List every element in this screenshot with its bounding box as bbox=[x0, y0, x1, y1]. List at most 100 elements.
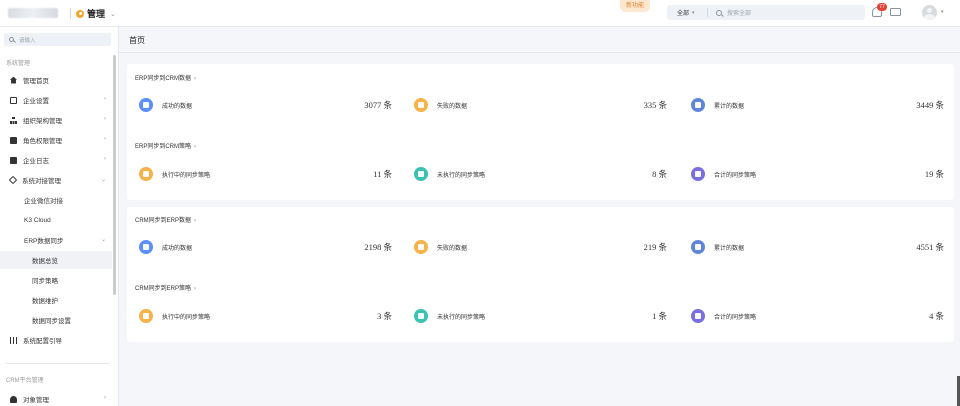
sidebar-item-label: 组织架构管理 bbox=[23, 118, 62, 125]
sidebar-search-input[interactable]: 请输入 bbox=[19, 36, 36, 44]
sidebar-item-company-log[interactable]: 企业日志 › bbox=[0, 151, 112, 169]
stat-failed-data[interactable]: 失败的数据 219 条 bbox=[414, 239, 667, 255]
stat-value: 335 条 bbox=[643, 100, 667, 110]
chevron-down-icon: ⌄ bbox=[100, 177, 106, 183]
stat-running-strategy[interactable]: 执行中的同步策略 3 条 bbox=[139, 308, 392, 324]
sidebar-item-label: 数据同步设置 bbox=[32, 318, 71, 325]
sidebar-item-data-overview[interactable]: 数据总览 bbox=[0, 251, 112, 269]
stat-label: 合计的同步策略 bbox=[714, 172, 757, 179]
section-title-link[interactable]: CRM同步到ERP策略 › bbox=[135, 283, 196, 292]
avatar[interactable] bbox=[922, 5, 937, 20]
stat-total-strategy[interactable]: 合计的同步策略 4 条 bbox=[691, 308, 944, 324]
stat-value: 19 条 bbox=[924, 169, 944, 179]
sidebar-item-role-permissions[interactable]: 角色权限管理 › bbox=[0, 131, 112, 149]
link-icon bbox=[8, 175, 18, 185]
crm-to-erp-panel: CRM同步到ERP数据 › 成功的数据 2198 条 失败的数据 219 条 累计… bbox=[127, 207, 954, 342]
sidebar-item-label: 系统配置引导 bbox=[23, 338, 62, 345]
sidebar-item-sync-strategy[interactable]: 同步策略 bbox=[0, 271, 112, 289]
layers-icon bbox=[691, 167, 705, 181]
section-title-link[interactable]: ERP同步到CRM策略 › bbox=[135, 141, 196, 150]
sidebar-item-object-management[interactable]: 对象管理 › bbox=[0, 390, 112, 406]
chevron-down-icon[interactable]: ▾ bbox=[941, 9, 944, 15]
stat-label: 执行中的同步策略 bbox=[162, 172, 211, 179]
app-title: 管理 bbox=[87, 9, 106, 19]
chevron-down-icon: ⌄ bbox=[110, 10, 116, 18]
sidebar-item-company-settings[interactable]: 企业设置 › bbox=[0, 91, 112, 109]
stat-failed-data[interactable]: 失败的数据 335 条 bbox=[414, 97, 667, 113]
user-icon bbox=[10, 395, 17, 403]
sidebar-item-sync-settings[interactable]: 数据同步设置 bbox=[0, 311, 112, 329]
org-chart-icon bbox=[10, 116, 17, 124]
chevron-right-icon: › bbox=[104, 136, 106, 142]
sidebar-item-label: 数据维护 bbox=[32, 298, 58, 305]
sidebar-item-config-guide[interactable]: 系统配置引导 bbox=[0, 331, 112, 349]
group-label-crm: CRM平台管理 bbox=[6, 378, 44, 384]
search-separator bbox=[707, 8, 708, 17]
stat-running-strategy[interactable]: 执行中的同步策略 11 条 bbox=[139, 166, 392, 182]
search-icon bbox=[9, 37, 14, 42]
data-icon bbox=[139, 240, 153, 254]
sidebar-search[interactable]: 请输入 bbox=[4, 33, 111, 46]
stat-label: 成功的数据 bbox=[162, 103, 193, 110]
header-divider bbox=[70, 8, 71, 19]
sidebar-item-k3-cloud[interactable]: K3 Cloud bbox=[0, 211, 112, 229]
chevron-right-icon: › bbox=[104, 116, 106, 122]
stat-total-strategy[interactable]: 合计的同步策略 19 条 bbox=[691, 166, 944, 182]
section-title: ERP同步到CRM策略 bbox=[135, 144, 192, 150]
stat-label: 失败的数据 bbox=[437, 245, 468, 252]
sidebar-scrollbar[interactable] bbox=[113, 55, 116, 295]
section-title-link[interactable]: CRM同步到ERP数据 › bbox=[135, 215, 196, 224]
sidebar-item-label: 对象管理 bbox=[23, 397, 49, 404]
new-feature-badge[interactable]: 新功能 bbox=[620, 0, 651, 12]
sidebar-item-admin-home[interactable]: 管理首页 bbox=[0, 71, 112, 89]
stat-idle-strategy[interactable]: 未执行的同步策略 8 条 bbox=[414, 166, 667, 182]
stat-label: 成功的数据 bbox=[162, 245, 193, 252]
page-title: 首页 bbox=[129, 36, 145, 45]
layers-icon bbox=[691, 309, 705, 323]
sidebar-item-system-integration[interactable]: 系统对接管理 ⌄ bbox=[0, 171, 112, 189]
chevron-right-icon: › bbox=[104, 156, 106, 162]
sidebar-item-data-maintenance[interactable]: 数据维护 bbox=[0, 291, 112, 309]
stat-idle-strategy[interactable]: 未执行的同步策略 1 条 bbox=[414, 308, 667, 324]
sidebar-item-wecom[interactable]: 企业微信对接 bbox=[0, 191, 112, 209]
sidebar-item-org-structure[interactable]: 组织架构管理 › bbox=[0, 111, 112, 129]
section-title-link[interactable]: ERP同步到CRM数据 › bbox=[135, 73, 196, 82]
strategy-icon bbox=[139, 309, 153, 323]
stat-value: 4 条 bbox=[929, 311, 944, 321]
mail-icon[interactable] bbox=[890, 8, 901, 16]
stat-value: 2198 条 bbox=[364, 242, 392, 252]
app-switcher[interactable]: 管理 ⌄ bbox=[76, 7, 116, 20]
company-logo[interactable] bbox=[8, 8, 58, 18]
chevron-right-icon: › bbox=[194, 286, 197, 292]
chevron-right-icon: › bbox=[104, 395, 106, 401]
chevron-down-icon: ▾ bbox=[692, 9, 695, 16]
sidebar-item-label: 管理首页 bbox=[23, 78, 49, 85]
strategy-icon bbox=[414, 167, 428, 181]
home-icon bbox=[10, 76, 17, 84]
stat-success-data[interactable]: 成功的数据 3077 条 bbox=[139, 97, 392, 113]
stat-total-data[interactable]: 累计的数据 4551 条 bbox=[691, 239, 944, 255]
building-icon bbox=[10, 96, 17, 104]
stat-value: 3449 条 bbox=[916, 100, 944, 110]
stat-value: 11 条 bbox=[373, 169, 392, 179]
sidebar-item-label: 企业微信对接 bbox=[24, 198, 63, 205]
stat-value: 3077 条 bbox=[364, 100, 392, 110]
sidebar-item-label: 系统对接管理 bbox=[22, 178, 61, 185]
search-scope-select[interactable]: 全部 ▾ bbox=[667, 8, 707, 18]
stat-success-data[interactable]: 成功的数据 2198 条 bbox=[139, 239, 392, 255]
sidebar-item-label: 角色权限管理 bbox=[23, 138, 62, 145]
notification-badge: 77 bbox=[877, 3, 887, 11]
gear-icon bbox=[76, 9, 84, 18]
stat-total-data[interactable]: 累计的数据 3449 条 bbox=[691, 97, 944, 113]
sidebar-item-label: 企业日志 bbox=[23, 158, 49, 165]
data-icon bbox=[139, 98, 153, 112]
document-icon bbox=[691, 240, 705, 254]
search-input[interactable]: 搜索全部 bbox=[727, 8, 751, 17]
strategy-icon bbox=[139, 167, 153, 181]
global-search: 全部 ▾ 搜索全部 bbox=[667, 5, 865, 20]
sidebar-item-label: ERP数据同步 bbox=[24, 238, 64, 245]
stat-label: 执行中的同步策略 bbox=[162, 314, 211, 321]
document-icon bbox=[691, 98, 705, 112]
sidebar-item-erp-sync[interactable]: ERP数据同步 ⌄ bbox=[0, 231, 112, 249]
stat-value: 8 条 bbox=[652, 169, 667, 179]
